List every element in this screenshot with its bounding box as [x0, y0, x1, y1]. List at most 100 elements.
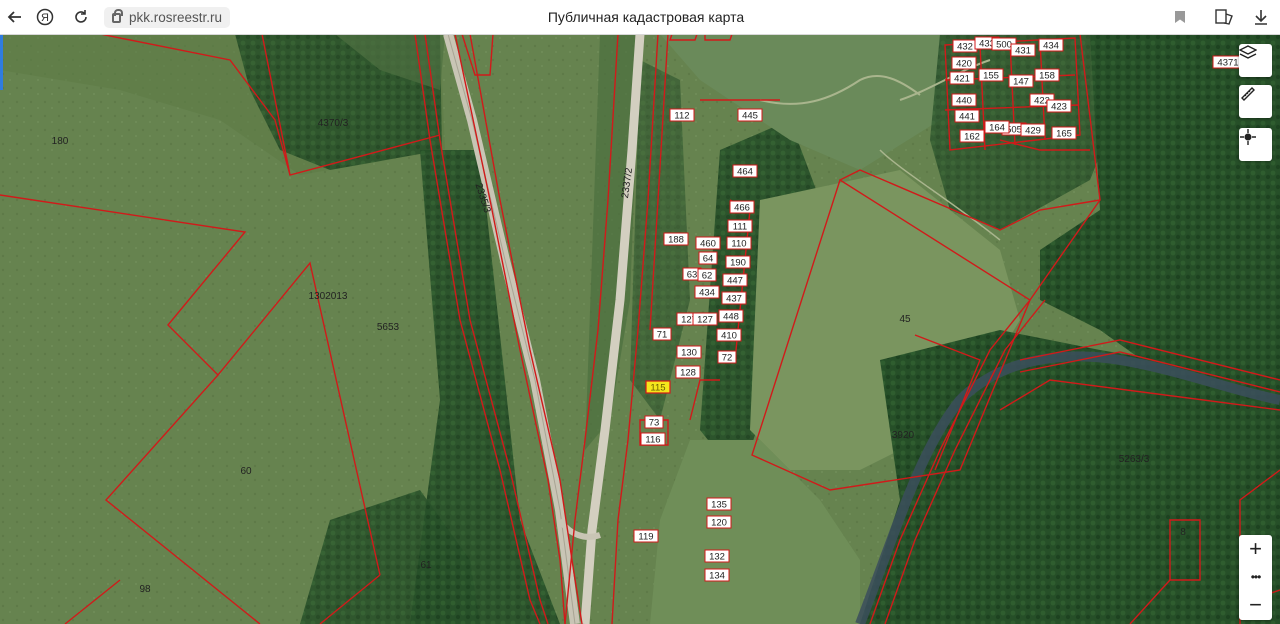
parcel-label[interactable]: 466: [729, 200, 755, 214]
svg-text:115: 115: [650, 383, 665, 394]
svg-text:164: 164: [989, 123, 1005, 134]
selected-parcel-label[interactable]: 115: [645, 380, 671, 394]
locate-button[interactable]: [1239, 128, 1272, 161]
zoom-control: + ••• −: [1239, 535, 1272, 620]
map-canvas[interactable]: 1804370/3130201356536098612335/3 2337/245…: [0, 34, 1280, 624]
parcel-label[interactable]: 447: [722, 273, 748, 287]
parcel-label[interactable]: 127: [692, 312, 718, 326]
parcel-label[interactable]: 71: [652, 327, 672, 341]
parcel-label[interactable]: 420: [951, 56, 977, 70]
parcel-label[interactable]: 164: [984, 120, 1010, 134]
map-label: 45: [899, 314, 911, 325]
svg-text:134: 134: [709, 571, 725, 582]
cadastral-map[interactable]: 180 4370/3 1302013 5653 60 98 61 2335/3 2337/2 45…: [0, 34, 1280, 624]
parcel-label[interactable]: 423: [1046, 99, 1072, 113]
parcel-label[interactable]: 437: [721, 291, 747, 305]
parcel-label[interactable]: 162: [959, 129, 985, 143]
parcel-label[interactable]: 440: [951, 93, 977, 107]
parcel-label[interactable]: 62: [697, 268, 717, 282]
parcel-label[interactable]: 111: [727, 219, 753, 233]
svg-text:130: 130: [681, 348, 697, 359]
parcel-label[interactable]: 464: [732, 164, 758, 178]
parcel-label[interactable]: 119: [633, 529, 659, 543]
parcel-label[interactable]: 73: [644, 415, 664, 429]
svg-text:147: 147: [1013, 77, 1029, 88]
map-label: 98: [139, 584, 151, 595]
svg-text:445: 445: [742, 111, 758, 122]
svg-text:165: 165: [1056, 129, 1072, 140]
map-label: 3920: [892, 430, 915, 441]
map-label: 8: [1180, 527, 1186, 538]
svg-text:432: 432: [957, 42, 973, 53]
svg-text:116: 116: [645, 435, 660, 446]
parcel-label[interactable]: 130: [676, 345, 702, 359]
parcel-label[interactable]: 460: [695, 236, 721, 250]
parcel-label[interactable]: 165: [1051, 126, 1077, 140]
parcel-label[interactable]: 120: [706, 515, 732, 529]
svg-text:72: 72: [722, 353, 733, 364]
svg-text:71: 71: [657, 330, 668, 341]
parcel-label[interactable]: 110: [726, 236, 752, 250]
back-arrow-icon[interactable]: [0, 0, 30, 34]
svg-text:441: 441: [959, 112, 975, 123]
svg-text:188: 188: [668, 235, 684, 246]
zoom-in-button[interactable]: +: [1239, 535, 1272, 563]
parcel-label[interactable]: 421: [949, 71, 975, 85]
svg-text:464: 464: [737, 167, 753, 178]
bookmark-icon[interactable]: [1165, 0, 1195, 34]
parcel-label[interactable]: 64: [698, 251, 718, 265]
lock-icon: [112, 8, 123, 23]
browser-toolbar: Я pkk.rosreestr.ru Публичная кадастровая…: [0, 0, 1280, 35]
svg-text:4371: 4371: [1217, 58, 1238, 69]
parcel-label[interactable]: 188: [663, 232, 689, 246]
reader-icon[interactable]: [1209, 0, 1239, 34]
parcel-label[interactable]: 441: [954, 109, 980, 123]
parcel-label[interactable]: 445: [737, 108, 763, 122]
parcel-label[interactable]: 432: [952, 39, 978, 53]
reload-icon[interactable]: [66, 0, 96, 34]
svg-text:132: 132: [709, 552, 725, 563]
svg-text:423: 423: [1051, 102, 1067, 113]
svg-text:158: 158: [1039, 71, 1055, 82]
svg-text:64: 64: [703, 254, 714, 265]
zoom-out-button[interactable]: −: [1239, 591, 1272, 619]
parcel-label[interactable]: 128: [675, 365, 701, 379]
parcel-label[interactable]: 429: [1020, 123, 1046, 137]
svg-text:111: 111: [733, 222, 747, 233]
parcel-label[interactable]: 448: [718, 309, 744, 323]
parcel-label[interactable]: 134: [704, 568, 730, 582]
parcel-label[interactable]: 190: [725, 255, 751, 269]
svg-text:429: 429: [1025, 126, 1041, 137]
map-label: 4370/3: [318, 118, 349, 129]
svg-text:63: 63: [687, 270, 698, 281]
parcel-label[interactable]: 112: [669, 108, 695, 122]
map-label: 1302013: [309, 291, 348, 302]
parcel-label[interactable]: 116: [640, 432, 666, 446]
ruler-button[interactable]: [1239, 85, 1272, 118]
accent-stripe: [0, 34, 3, 90]
parcel-label[interactable]: 135: [706, 497, 732, 511]
svg-text:155: 155: [983, 71, 999, 82]
svg-text:410: 410: [721, 331, 737, 342]
parcel-label[interactable]: 72: [717, 350, 737, 364]
yandex-icon[interactable]: Я: [30, 0, 60, 34]
svg-text:440: 440: [956, 96, 972, 107]
svg-text:421: 421: [954, 74, 970, 85]
svg-text:128: 128: [680, 368, 696, 379]
parcel-label[interactable]: 434: [1038, 38, 1064, 52]
parcel-label[interactable]: 431: [1010, 43, 1036, 57]
parcel-label[interactable]: 434: [694, 285, 720, 299]
svg-text:460: 460: [700, 239, 716, 250]
svg-text:434: 434: [699, 288, 715, 299]
parcel-label[interactable]: 147: [1008, 74, 1034, 88]
parcel-label[interactable]: 132: [704, 549, 730, 563]
parcel-label[interactable]: 158: [1034, 68, 1060, 82]
zoom-options-button[interactable]: •••: [1239, 563, 1272, 591]
address-bar[interactable]: pkk.rosreestr.ru: [104, 7, 231, 28]
svg-text:447: 447: [727, 276, 743, 287]
parcel-label[interactable]: 410: [716, 328, 742, 342]
svg-text:431: 431: [1015, 46, 1031, 57]
parcel-label[interactable]: 155: [978, 68, 1004, 82]
layers-button[interactable]: [1239, 44, 1272, 77]
download-icon[interactable]: [1246, 0, 1276, 34]
